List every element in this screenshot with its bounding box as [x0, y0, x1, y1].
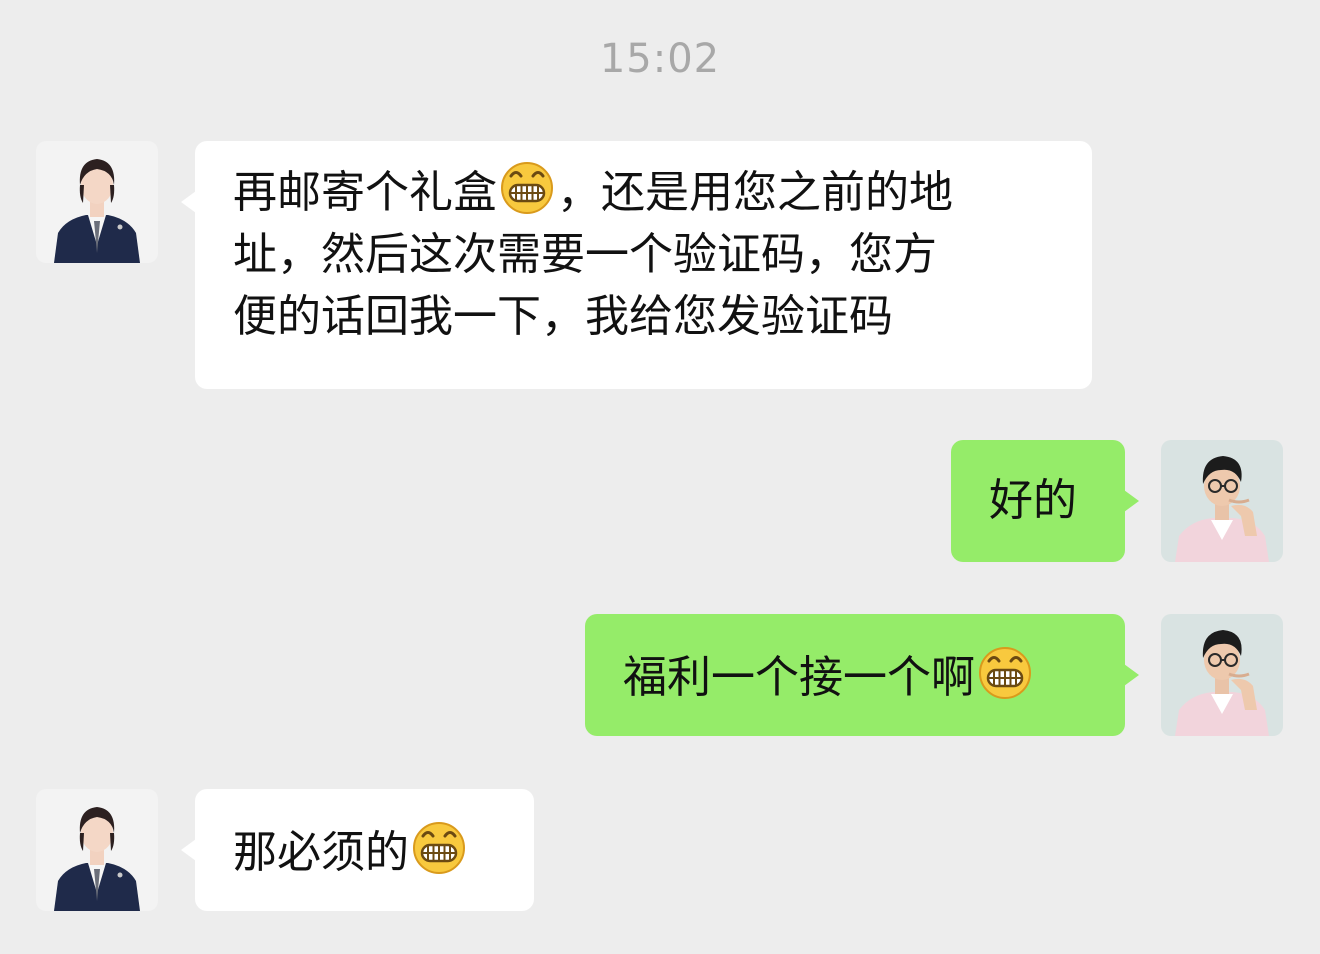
- message-line: 那必须的: [233, 819, 534, 884]
- message-line: 福利一个接一个啊: [623, 644, 1125, 709]
- bubble-tail: [181, 839, 196, 861]
- grinning-face-emoji: [499, 159, 555, 215]
- message-line: 便的话回我一下，我给您发验证码: [233, 291, 893, 342]
- message-bubble-outgoing[interactable]: 好的: [951, 440, 1139, 562]
- bubble-tail: [1124, 490, 1139, 512]
- bubble-tail: [181, 191, 196, 213]
- message-text: ，还是用您之前的地: [557, 167, 953, 218]
- message-line: 好的: [989, 475, 1077, 526]
- user-avatar[interactable]: [1161, 614, 1283, 736]
- contact-avatar[interactable]: [36, 141, 158, 263]
- user-avatar-man-with-glasses: [1161, 614, 1283, 736]
- grinning-face-emoji: [411, 819, 467, 875]
- message-line: 再邮寄个礼盒 ，还是用您之前的地: [233, 159, 1062, 224]
- user-avatar[interactable]: [1161, 440, 1283, 562]
- message-text: 那必须的: [233, 827, 409, 878]
- message-bubble-incoming[interactable]: 那必须的: [181, 789, 534, 911]
- message-bubble-incoming[interactable]: 再邮寄个礼盒 ，还是用您之前的地 址，然后这次需要一个验证码，您方 便的话回我一下…: [181, 141, 1092, 389]
- message-bubble-outgoing[interactable]: 福利一个接一个啊: [585, 614, 1139, 736]
- message-line: 址，然后这次需要一个验证码，您方: [233, 229, 937, 280]
- user-avatar-man-with-glasses: [1161, 440, 1283, 562]
- contact-avatar[interactable]: [36, 789, 158, 911]
- message-text: 福利一个接一个啊: [623, 652, 975, 703]
- grinning-face-emoji: [977, 644, 1033, 700]
- contact-avatar-woman-in-suit: [36, 141, 158, 263]
- contact-avatar-woman-in-suit: [36, 789, 158, 911]
- message-timestamp: 15:02: [599, 36, 721, 82]
- message-text: 再邮寄个礼盒: [233, 167, 497, 218]
- bubble-tail: [1124, 664, 1139, 686]
